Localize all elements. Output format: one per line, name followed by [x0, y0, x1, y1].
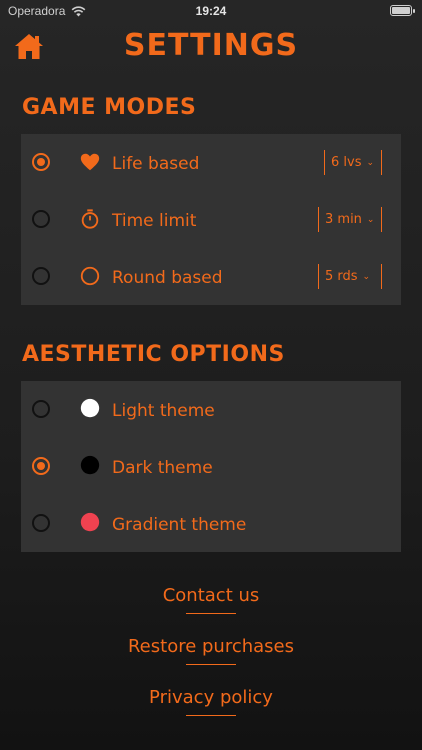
theme-light[interactable]: Light theme — [21, 381, 401, 438]
game-mode-time-limit[interactable]: Time limit 3 min ⌄ — [21, 191, 401, 248]
radio-light-theme[interactable] — [32, 400, 50, 418]
game-mode-round-based[interactable]: Round based 5 rds ⌄ — [21, 248, 401, 305]
theme-dark[interactable]: Dark theme — [21, 438, 401, 495]
rounds-select[interactable]: 5 rds ⌄ — [318, 264, 382, 289]
aesthetic-options-panel: Light theme Dark theme Gradient theme — [21, 381, 401, 552]
page-title: SETTINGS — [123, 28, 299, 63]
time-select[interactable]: 3 min ⌄ — [318, 207, 382, 232]
round-based-label: Round based — [112, 268, 223, 288]
light-theme-label: Light theme — [112, 401, 215, 421]
restore-purchases-label: Restore purchases — [128, 636, 294, 665]
lives-select[interactable]: 6 lvs ⌄ — [324, 150, 382, 175]
theme-gradient[interactable]: Gradient theme — [21, 495, 401, 552]
gradient-theme-label: Gradient theme — [112, 515, 247, 535]
battery-icon — [390, 5, 415, 16]
dark-swatch-icon — [80, 455, 100, 475]
time-value: 3 min — [325, 212, 362, 227]
contact-us-label: Contact us — [163, 585, 260, 614]
light-swatch-icon — [80, 398, 100, 418]
radio-round-based[interactable] — [32, 267, 50, 285]
radio-dark-theme[interactable] — [32, 457, 50, 475]
contact-us-link[interactable]: Contact us — [0, 585, 422, 614]
stopwatch-icon — [81, 209, 99, 229]
lives-value: 6 lvs — [331, 155, 362, 170]
privacy-policy-link[interactable]: Privacy policy — [0, 687, 422, 716]
restore-purchases-link[interactable]: Restore purchases — [0, 636, 422, 665]
header: SETTINGS — [0, 26, 422, 70]
radio-gradient-theme[interactable] — [32, 514, 50, 532]
chevron-down-icon: ⌄ — [362, 271, 371, 282]
status-time: 19:24 — [195, 4, 227, 18]
circle-icon — [80, 266, 100, 286]
time-limit-label: Time limit — [112, 211, 197, 231]
rounds-value: 5 rds — [325, 269, 358, 284]
chevron-down-icon: ⌄ — [366, 214, 375, 225]
radio-life-based[interactable] — [32, 153, 50, 171]
life-based-label: Life based — [112, 154, 200, 174]
radio-time-limit[interactable] — [32, 210, 50, 228]
chevron-down-icon: ⌄ — [366, 157, 375, 168]
game-mode-life-based[interactable]: Life based 6 lvs ⌄ — [21, 134, 401, 191]
gradient-swatch-icon — [80, 512, 100, 532]
dark-theme-label: Dark theme — [112, 458, 213, 478]
status-bar: Operadora 19:24 — [0, 0, 422, 22]
game-modes-title: GAME MODES — [22, 95, 197, 120]
privacy-policy-label: Privacy policy — [149, 687, 273, 716]
game-modes-panel: Life based 6 lvs ⌄ Time limit 3 min ⌄ Ro… — [21, 134, 401, 305]
aesthetic-options-title: AESTHETIC OPTIONS — [22, 342, 285, 367]
heart-icon — [80, 153, 100, 171]
